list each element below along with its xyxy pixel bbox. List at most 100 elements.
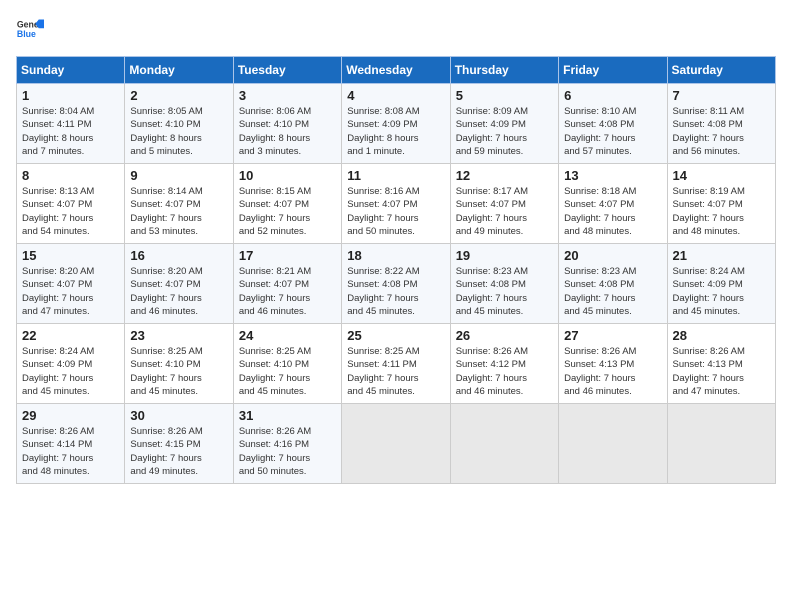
day-info: Sunrise: 8:09 AM	[456, 105, 553, 118]
day-info: Daylight: 8 hours	[130, 132, 227, 145]
day-info: and 46 minutes.	[239, 305, 336, 318]
day-info: Sunrise: 8:06 AM	[239, 105, 336, 118]
day-number: 16	[130, 248, 227, 263]
day-info: Sunrise: 8:25 AM	[347, 345, 444, 358]
day-number: 1	[22, 88, 119, 103]
day-info: Sunset: 4:16 PM	[239, 438, 336, 451]
day-info: Sunset: 4:10 PM	[239, 358, 336, 371]
calendar-cell: 21Sunrise: 8:24 AMSunset: 4:09 PMDayligh…	[667, 244, 775, 324]
day-number: 29	[22, 408, 119, 423]
day-info: Daylight: 7 hours	[130, 372, 227, 385]
day-info: Sunset: 4:07 PM	[130, 198, 227, 211]
logo: General Blue	[16, 16, 48, 44]
day-info: and 57 minutes.	[564, 145, 661, 158]
day-info: Daylight: 7 hours	[347, 212, 444, 225]
calendar-cell: 5Sunrise: 8:09 AMSunset: 4:09 PMDaylight…	[450, 84, 558, 164]
day-info: Sunrise: 8:10 AM	[564, 105, 661, 118]
day-info: Sunset: 4:12 PM	[456, 358, 553, 371]
day-info: and 54 minutes.	[22, 225, 119, 238]
day-info: Sunrise: 8:25 AM	[239, 345, 336, 358]
day-info: and 45 minutes.	[22, 385, 119, 398]
calendar-cell	[342, 404, 450, 484]
day-info: Sunset: 4:07 PM	[673, 198, 770, 211]
day-info: Sunset: 4:07 PM	[564, 198, 661, 211]
day-info: Sunrise: 8:11 AM	[673, 105, 770, 118]
day-info: Daylight: 7 hours	[239, 212, 336, 225]
day-info: Sunrise: 8:26 AM	[564, 345, 661, 358]
calendar-cell: 6Sunrise: 8:10 AMSunset: 4:08 PMDaylight…	[559, 84, 667, 164]
page-header: General Blue	[16, 16, 776, 44]
calendar-cell: 31Sunrise: 8:26 AMSunset: 4:16 PMDayligh…	[233, 404, 341, 484]
day-info: Daylight: 8 hours	[239, 132, 336, 145]
day-number: 18	[347, 248, 444, 263]
calendar-cell: 20Sunrise: 8:23 AMSunset: 4:08 PMDayligh…	[559, 244, 667, 324]
day-info: Sunset: 4:07 PM	[239, 198, 336, 211]
day-info: and 47 minutes.	[22, 305, 119, 318]
col-header-saturday: Saturday	[667, 57, 775, 84]
day-info: Daylight: 7 hours	[564, 132, 661, 145]
calendar-cell: 22Sunrise: 8:24 AMSunset: 4:09 PMDayligh…	[17, 324, 125, 404]
day-info: and 48 minutes.	[673, 225, 770, 238]
day-info: Sunrise: 8:15 AM	[239, 185, 336, 198]
calendar-cell: 19Sunrise: 8:23 AMSunset: 4:08 PMDayligh…	[450, 244, 558, 324]
calendar-cell: 23Sunrise: 8:25 AMSunset: 4:10 PMDayligh…	[125, 324, 233, 404]
calendar-cell: 16Sunrise: 8:20 AMSunset: 4:07 PMDayligh…	[125, 244, 233, 324]
day-number: 3	[239, 88, 336, 103]
day-info: Sunrise: 8:16 AM	[347, 185, 444, 198]
day-info: Sunrise: 8:14 AM	[130, 185, 227, 198]
calendar-cell: 12Sunrise: 8:17 AMSunset: 4:07 PMDayligh…	[450, 164, 558, 244]
calendar-cell: 25Sunrise: 8:25 AMSunset: 4:11 PMDayligh…	[342, 324, 450, 404]
day-info: and 1 minute.	[347, 145, 444, 158]
day-info: Sunrise: 8:23 AM	[564, 265, 661, 278]
day-info: Daylight: 7 hours	[22, 212, 119, 225]
day-info: and 46 minutes.	[130, 305, 227, 318]
day-info: Sunrise: 8:26 AM	[673, 345, 770, 358]
logo-icon: General Blue	[16, 16, 44, 44]
day-number: 13	[564, 168, 661, 183]
day-info: Sunrise: 8:17 AM	[456, 185, 553, 198]
day-info: Sunset: 4:13 PM	[673, 358, 770, 371]
day-info: Sunset: 4:10 PM	[239, 118, 336, 131]
svg-text:Blue: Blue	[17, 29, 36, 39]
day-info: and 49 minutes.	[130, 465, 227, 478]
day-info: Sunrise: 8:24 AM	[673, 265, 770, 278]
day-number: 19	[456, 248, 553, 263]
day-info: Daylight: 7 hours	[564, 372, 661, 385]
day-info: Sunrise: 8:26 AM	[239, 425, 336, 438]
calendar-cell: 30Sunrise: 8:26 AMSunset: 4:15 PMDayligh…	[125, 404, 233, 484]
day-info: Daylight: 7 hours	[564, 212, 661, 225]
day-number: 4	[347, 88, 444, 103]
calendar-cell: 28Sunrise: 8:26 AMSunset: 4:13 PMDayligh…	[667, 324, 775, 404]
day-number: 25	[347, 328, 444, 343]
day-number: 14	[673, 168, 770, 183]
day-info: Sunrise: 8:24 AM	[22, 345, 119, 358]
day-number: 5	[456, 88, 553, 103]
day-info: and 50 minutes.	[239, 465, 336, 478]
day-info: and 45 minutes.	[564, 305, 661, 318]
calendar-cell: 10Sunrise: 8:15 AMSunset: 4:07 PMDayligh…	[233, 164, 341, 244]
day-info: Sunrise: 8:18 AM	[564, 185, 661, 198]
day-number: 30	[130, 408, 227, 423]
day-info: Sunset: 4:07 PM	[22, 278, 119, 291]
day-info: and 45 minutes.	[239, 385, 336, 398]
day-info: Sunset: 4:10 PM	[130, 118, 227, 131]
day-number: 21	[673, 248, 770, 263]
day-info: Daylight: 7 hours	[239, 292, 336, 305]
day-info: Daylight: 7 hours	[456, 292, 553, 305]
day-info: Sunset: 4:08 PM	[564, 118, 661, 131]
calendar-cell: 18Sunrise: 8:22 AMSunset: 4:08 PMDayligh…	[342, 244, 450, 324]
day-info: Sunset: 4:14 PM	[22, 438, 119, 451]
day-info: and 47 minutes.	[673, 385, 770, 398]
day-number: 23	[130, 328, 227, 343]
day-info: and 56 minutes.	[673, 145, 770, 158]
day-info: Daylight: 7 hours	[22, 452, 119, 465]
day-number: 24	[239, 328, 336, 343]
col-header-wednesday: Wednesday	[342, 57, 450, 84]
day-number: 2	[130, 88, 227, 103]
day-number: 27	[564, 328, 661, 343]
calendar-cell	[667, 404, 775, 484]
day-info: Sunset: 4:07 PM	[456, 198, 553, 211]
day-info: and 49 minutes.	[456, 225, 553, 238]
day-info: Daylight: 7 hours	[130, 292, 227, 305]
day-info: Sunset: 4:08 PM	[673, 118, 770, 131]
